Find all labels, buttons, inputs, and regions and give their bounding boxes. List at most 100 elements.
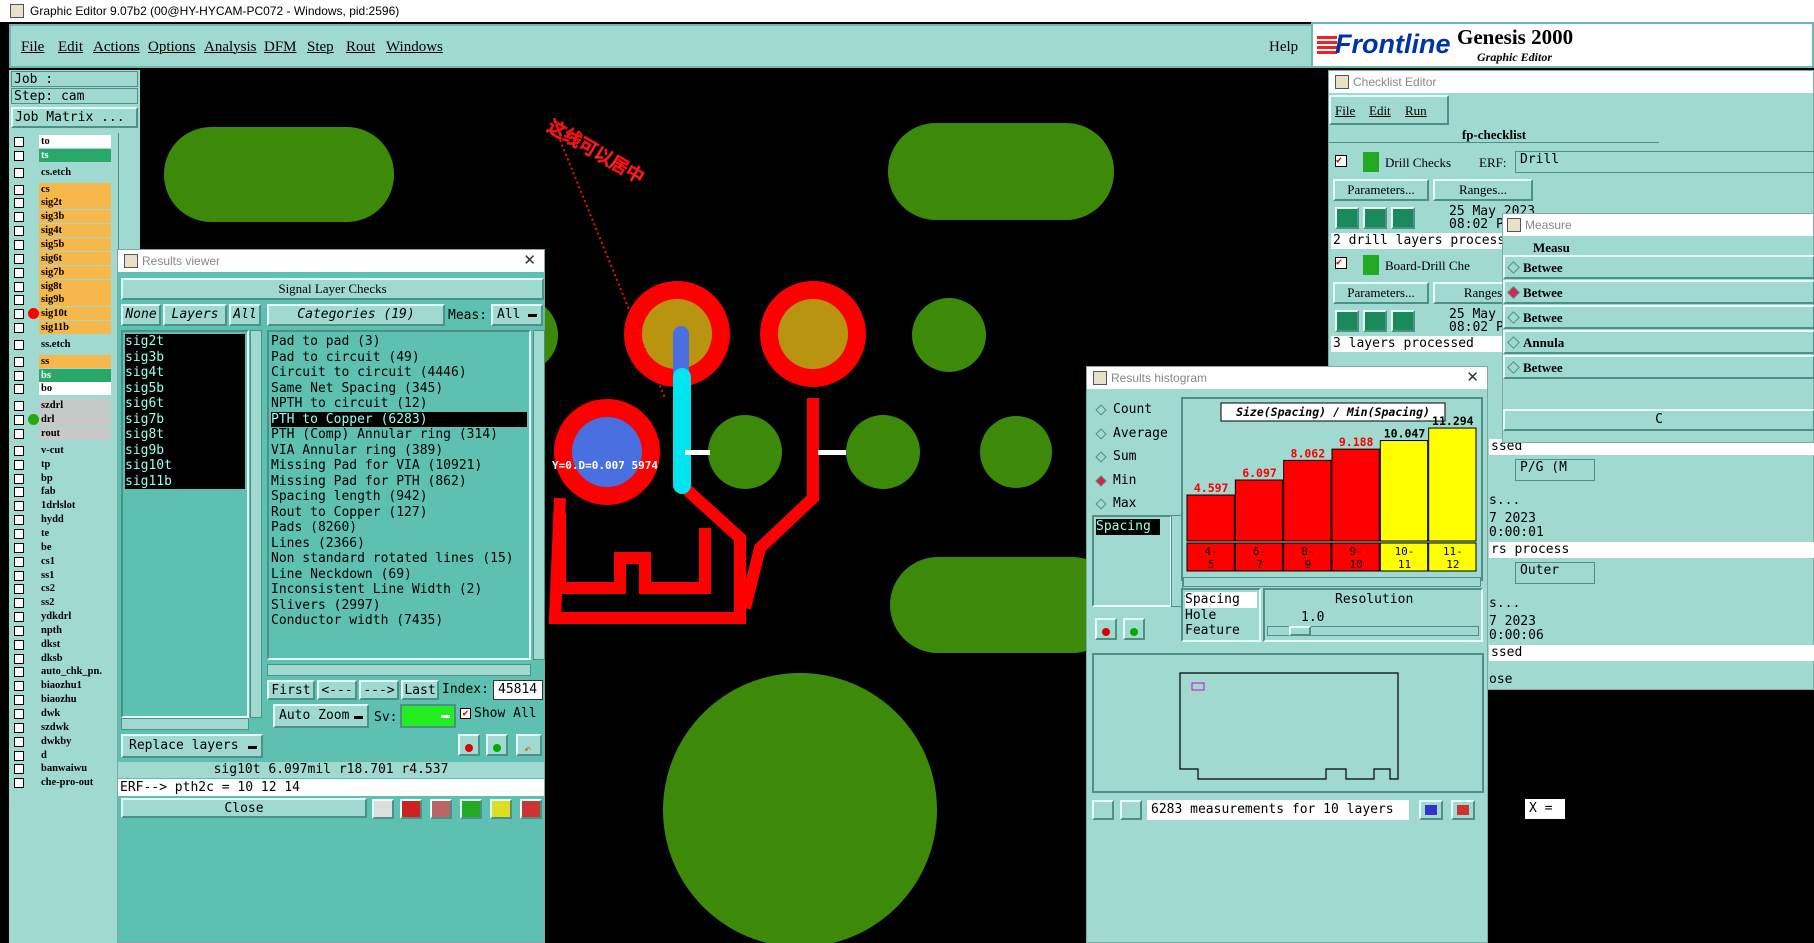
list-item[interactable]: sig7b (125, 411, 245, 427)
resolution-slider-handle[interactable] (1289, 626, 1311, 636)
show-all-checkbox[interactable]: ✔ (460, 708, 471, 719)
layer-results-list[interactable]: sig2t sig3b sig4t sig5b sig6t sig7b sig8t sig9b… (121, 330, 249, 718)
layer-row-bs[interactable]: bs (10, 368, 112, 382)
list-item-spacing[interactable]: Spacing (1185, 592, 1257, 608)
menu-help[interactable]: Help (1269, 39, 1298, 56)
all-button[interactable]: All (229, 304, 261, 326)
layer-checkbox[interactable] (14, 167, 24, 178)
list-item[interactable]: sig4t (125, 365, 245, 381)
run-icon-3[interactable] (1391, 207, 1415, 229)
layer-checkbox[interactable] (14, 639, 24, 650)
prev-button[interactable]: <--- (317, 680, 357, 700)
categories-hscrollbar[interactable] (267, 664, 531, 676)
job-matrix-button[interactable]: Job Matrix ... (11, 107, 138, 128)
layer-checkbox[interactable] (14, 709, 24, 719)
layer-row-cs.etch[interactable]: cs.etch (10, 165, 112, 179)
layer-row-sig2t[interactable]: sig2t (10, 196, 112, 210)
index-input[interactable]: 45814 (493, 680, 543, 700)
measure-option[interactable]: Betwee (1503, 255, 1814, 279)
layer-row-sig5b[interactable]: sig5b (10, 237, 112, 251)
layer-row-ts[interactable]: ts (10, 148, 112, 162)
layer-row-ss.etch[interactable]: ss.etch (10, 337, 112, 351)
erf-outer-value[interactable]: Outer (1515, 562, 1595, 584)
layer-checkbox[interactable] (14, 515, 24, 526)
layer-row-auto_chk_pn.[interactable]: auto_chk_pn. (10, 665, 112, 679)
layer-row-sig10t[interactable]: sig10t (10, 307, 112, 321)
run-icon-6[interactable] (1391, 310, 1415, 332)
layer-row-be[interactable]: be (10, 540, 112, 554)
layer-row-dwkby[interactable]: dwkby (10, 734, 112, 748)
layer-row-bo[interactable]: bo (10, 382, 112, 396)
layer-checkbox[interactable] (14, 473, 24, 484)
histogram-bar[interactable] (1234, 479, 1284, 542)
menu-rout[interactable]: Rout (346, 39, 375, 56)
layer-checkbox[interactable] (14, 356, 24, 367)
menu-windows[interactable]: Windows (386, 39, 443, 56)
list-item[interactable]: sig2t (125, 334, 245, 350)
layer-checkbox[interactable] (14, 653, 24, 664)
board-drill-checkbox[interactable]: ✔ (1335, 257, 1347, 269)
layer-row-ss1[interactable]: ss1 (10, 568, 112, 582)
categories-list[interactable]: Pad to pad (3) Pad to circuit (49) Circuit… (267, 330, 531, 660)
layer-checkbox[interactable] (14, 681, 24, 692)
layer-checkbox[interactable] (14, 339, 24, 350)
layer-row-che-pro-out[interactable]: che-pro-out (10, 776, 112, 790)
close-icon[interactable]: ✕ (523, 250, 536, 272)
list-item[interactable]: Same Net Spacing (345) (271, 381, 527, 397)
layer-row-sig11b[interactable]: sig11b (10, 321, 112, 335)
list-item[interactable]: PTH (Comp) Annular ring (314) (271, 427, 527, 443)
layer-checkbox[interactable] (14, 612, 24, 623)
list-item[interactable]: Rout to Copper (127) (271, 505, 527, 521)
layer-checkbox[interactable] (14, 323, 24, 334)
auto-zoom-select[interactable]: Auto Zoom (273, 704, 369, 728)
layer-row-biaozhu1[interactable]: biaozhu1 (10, 679, 112, 693)
list-item[interactable]: Spacing (1096, 519, 1160, 535)
list-item[interactable]: sig8t (125, 427, 245, 443)
measure-c-button[interactable]: C (1503, 409, 1814, 431)
layer-checkbox[interactable] (14, 625, 24, 636)
layer-checkbox[interactable] (14, 542, 24, 553)
layer-checkbox[interactable] (14, 459, 24, 470)
ref-button[interactable] (486, 734, 508, 756)
list-item[interactable]: Pad to pad (3) (271, 334, 527, 350)
list-item[interactable]: sig11b (125, 473, 245, 489)
layer-row-v-cut[interactable]: v-cut (10, 443, 112, 457)
layer-checkbox[interactable] (14, 598, 24, 609)
erf-drill-value[interactable]: Drill (1515, 151, 1814, 173)
measure-option[interactable]: Betwee (1503, 305, 1814, 329)
list-item[interactable]: Conductor width (7435) (271, 613, 527, 629)
none-button[interactable]: None (121, 304, 161, 326)
layer-row-ss2[interactable]: ss2 (10, 596, 112, 610)
layer-row-d[interactable]: d (10, 748, 112, 762)
layer-checkbox[interactable] (14, 445, 24, 456)
layer-row-sig4t[interactable]: sig4t (10, 224, 112, 238)
layer-row-npth[interactable]: npth (10, 623, 112, 637)
menu-actions[interactable]: Actions (93, 39, 140, 56)
layer-row-sig6t[interactable]: sig6t (10, 251, 112, 265)
list-item[interactable]: Lines (2366) (271, 536, 527, 552)
ranges-button-1[interactable]: Ranges... (1433, 179, 1533, 201)
ref-icon[interactable] (1123, 618, 1145, 640)
layer-checkbox[interactable] (14, 584, 24, 595)
layer-checkbox[interactable] (14, 370, 24, 381)
layer-checkbox[interactable] (14, 281, 24, 292)
layer-checkbox[interactable] (14, 429, 24, 439)
histogram-option-sum[interactable]: Sum (1093, 448, 1177, 468)
layer-checkbox[interactable] (14, 750, 24, 761)
list-item[interactable]: Missing Pad for PTH (862) (271, 474, 527, 490)
layer-row-cs[interactable]: cs (10, 182, 112, 196)
layer-checkbox[interactable] (14, 198, 24, 209)
list-item[interactable]: Inconsistent Line Width (2) (271, 582, 527, 598)
layer-checkbox[interactable] (14, 253, 24, 264)
layer-row-szdwk[interactable]: szdwk (10, 720, 112, 734)
layer-checkbox[interactable] (14, 267, 24, 278)
ref-icon-2[interactable] (1120, 800, 1142, 820)
layer-row-dksb[interactable]: dksb (10, 651, 112, 665)
layer-checkbox[interactable] (14, 401, 24, 412)
print-icon[interactable] (1419, 800, 1443, 820)
layer-checkbox[interactable] (14, 212, 24, 223)
list-item[interactable]: VIA Annular ring (389) (271, 443, 527, 459)
layers-hscrollbar[interactable] (121, 718, 249, 730)
layer-row-dwk[interactable]: dwk (10, 707, 112, 720)
del-icon-2[interactable] (1092, 800, 1114, 820)
